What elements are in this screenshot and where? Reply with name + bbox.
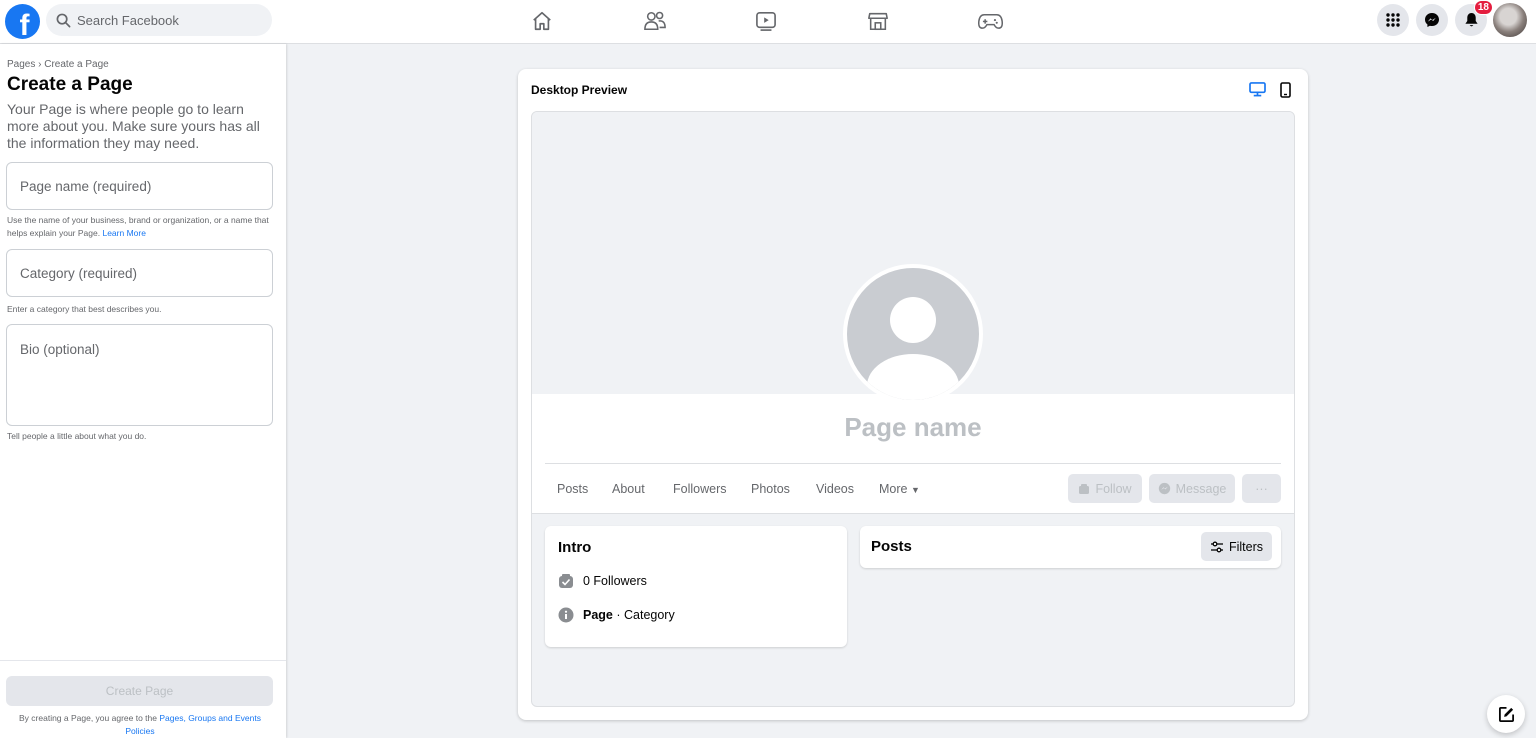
posts-card: Posts Filters <box>860 526 1281 568</box>
category-field[interactable]: Category (required) <box>6 249 273 297</box>
followers-icon <box>559 574 573 588</box>
page-tabs: Posts About Followers Photos Videos More… <box>545 464 1281 512</box>
filters-icon <box>1210 541 1223 552</box>
filters-button[interactable]: Filters <box>1201 532 1272 561</box>
tab-videos[interactable]: Videos <box>816 482 854 496</box>
bio-hint: Tell people a little about what you do. <box>7 431 147 441</box>
message-button[interactable]: Message <box>1149 474 1235 503</box>
gaming-icon[interactable] <box>975 7 1005 35</box>
search-icon <box>56 13 71 27</box>
breadcrumb: Pages › Create a Page <box>7 59 109 70</box>
follow-icon <box>1079 483 1090 494</box>
create-page-button[interactable]: Create Page <box>6 676 273 706</box>
more-options-button[interactable]: ··· <box>1242 474 1281 503</box>
tab-posts[interactable]: Posts <box>557 482 588 496</box>
menu-grid-icon[interactable] <box>1377 4 1409 36</box>
category-hint: Enter a category that best describes you… <box>7 304 162 314</box>
preview-page-name: Page name <box>844 412 982 442</box>
panel-footer: Create Page By creating a Page, you agre… <box>0 660 286 738</box>
page-name-field[interactable]: Page name (required) <box>6 162 273 210</box>
search-input[interactable] <box>77 12 247 28</box>
desktop-preview-card: Desktop Preview Page name Posts About Fo… <box>518 69 1308 720</box>
notifications-icon[interactable]: 18 <box>1455 0 1493 36</box>
page-name-hint: Use the name of your business, brand or … <box>7 215 269 238</box>
bio-field[interactable]: Bio (optional) <box>6 324 273 426</box>
tab-followers[interactable]: Followers <box>673 482 727 496</box>
desktop-icon[interactable] <box>1249 82 1266 102</box>
follow-button[interactable]: Follow <box>1068 474 1142 503</box>
default-avatar-icon <box>867 297 959 400</box>
home-icon[interactable] <box>527 7 557 35</box>
followers-row: 0 Followers <box>558 573 647 589</box>
page-title: Create a Page <box>7 74 133 95</box>
preview-title: Desktop Preview <box>531 83 628 97</box>
mobile-icon[interactable] <box>1280 82 1291 103</box>
search-box[interactable] <box>46 4 272 36</box>
page-preview: Page name Posts About Followers Photos V… <box>531 111 1295 707</box>
tab-photos[interactable]: Photos <box>751 482 790 496</box>
intro-card: Intro 0 Followers Page · Category <box>545 526 847 647</box>
notification-badge: 18 <box>1473 0 1493 15</box>
messenger-icon[interactable] <box>1416 4 1448 36</box>
top-navigation-bar: f 18 <box>0 0 1536 44</box>
watch-icon[interactable] <box>751 7 781 35</box>
facebook-logo[interactable]: f <box>5 4 40 39</box>
info-icon <box>558 607 574 623</box>
posts-title: Posts <box>871 538 912 555</box>
page-description: Your Page is where people go to learn mo… <box>7 101 260 151</box>
terms-text: By creating a Page, you agree to the Pag… <box>19 713 261 736</box>
create-page-panel: Pages › Create a Page Create a Page Your… <box>0 44 286 738</box>
friends-icon[interactable] <box>640 7 670 35</box>
marketplace-icon[interactable] <box>863 7 893 35</box>
profile-picture-placeholder <box>843 264 983 404</box>
learn-more-link[interactable]: Learn More <box>102 228 145 238</box>
intro-title: Intro <box>558 539 592 556</box>
tab-more[interactable]: More ▼ <box>879 482 920 496</box>
account-avatar[interactable] <box>1493 3 1527 37</box>
messenger-icon <box>1158 482 1170 495</box>
category-row: Page · Category <box>558 607 675 623</box>
compose-icon <box>1498 706 1514 722</box>
caret-down-icon: ▼ <box>910 485 920 495</box>
tab-about[interactable]: About <box>612 482 645 496</box>
new-message-button[interactable] <box>1487 695 1525 733</box>
